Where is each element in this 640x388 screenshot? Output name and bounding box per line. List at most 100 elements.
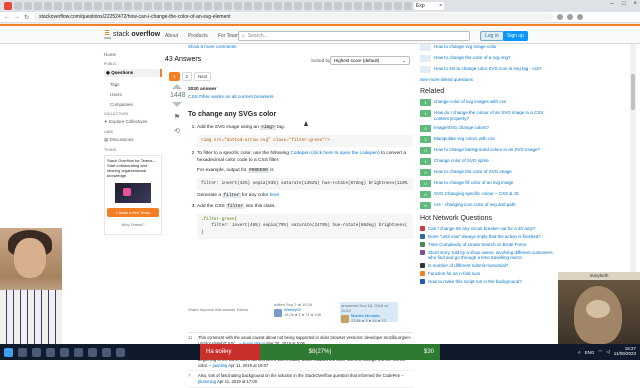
extension-icon[interactable] (567, 14, 574, 20)
related-question[interactable]: 1 How do I change the colour of an SVG im… (420, 110, 555, 121)
browser-tab[interactable] (354, 2, 362, 10)
browser-tab[interactable] (94, 2, 102, 10)
downvote-icon[interactable] (172, 102, 182, 107)
extension-icon[interactable] (557, 14, 564, 20)
search-input[interactable]: ⌕ Search… (238, 31, 470, 41)
volume-icon[interactable]: ◁ (606, 349, 609, 355)
sort-select[interactable]: Highest score (default) ⌄ (330, 56, 410, 65)
nav-explore-collectives[interactable]: ✦ Explore Collectives (104, 119, 162, 125)
related-question[interactable]: 1 Change color of SVG sprite (420, 158, 555, 166)
browser-tab[interactable] (124, 2, 132, 10)
post-menu[interactable]: Share Improve this answer Follow (188, 307, 248, 312)
browser-tab[interactable] (104, 2, 112, 10)
clock[interactable]: 18:27 11/09/2023 (614, 346, 636, 357)
hot-question[interactable]: Can I change 50 any circuit breaker out … (420, 226, 555, 232)
codepen-open-link[interactable]: (click here to open the codepen) (311, 151, 380, 156)
hot-question[interactable]: How to make this script run in the backg… (420, 278, 555, 284)
tab-favicon[interactable] (4, 2, 12, 10)
nav-discussions[interactable]: ▤ Discussions (104, 137, 162, 143)
create-free-team-button[interactable]: Create a free Team (107, 208, 159, 217)
stackoverflow-logo[interactable]: stack overflow (104, 30, 160, 39)
nav-questions[interactable]: ◉ Questions (104, 69, 162, 77)
signup-button[interactable]: Sign up (503, 31, 528, 41)
browser-tab[interactable] (364, 2, 372, 10)
browser-tab[interactable] (304, 2, 312, 10)
related-question[interactable]: 0 How to change fill color of an svg imag… (420, 180, 555, 188)
taskbar-app-icon[interactable] (32, 347, 41, 357)
language-indicator[interactable]: ENG (585, 350, 595, 355)
nav-about[interactable]: About (165, 33, 178, 39)
browser-tab[interactable] (154, 2, 162, 10)
hot-question[interactable]: Is number of different submit monomial? (420, 263, 555, 269)
author-avatar[interactable] (341, 315, 349, 323)
generate-here-link[interactable]: here (270, 193, 280, 198)
browser-tab[interactable] (344, 2, 352, 10)
why-teams-link[interactable]: Why Teams? (107, 222, 159, 227)
profile-icon[interactable] (577, 14, 584, 20)
browser-tab[interactable] (34, 2, 42, 10)
page-2[interactable]: 2 (181, 72, 193, 81)
taskbar-app-icon[interactable] (18, 347, 27, 357)
minimize-icon[interactable]: – (611, 1, 614, 7)
linked-question[interactable]: How to change the color of a svg img? (420, 55, 555, 62)
page-next[interactable]: Next (194, 72, 212, 81)
css-filter-link[interactable]: CSS Filter works on all current browsers (188, 95, 274, 100)
hot-question[interactable]: Does "until now" always imply that the a… (420, 234, 555, 240)
taskbar-app-icon[interactable] (60, 347, 69, 357)
browser-tab[interactable] (284, 2, 292, 10)
browser-tab[interactable] (264, 2, 272, 10)
browser-tab[interactable] (324, 2, 332, 10)
forward-icon[interactable]: → (14, 14, 20, 20)
nav-users[interactable]: Users (104, 92, 162, 97)
related-question[interactable]: 0 How to change the color of SVG image (420, 169, 555, 177)
browser-tab[interactable] (204, 2, 212, 10)
maximize-icon[interactable]: □ (622, 1, 626, 7)
related-question[interactable]: 0 css - changing icon color of svg and pa… (420, 202, 555, 210)
page-1[interactable]: 1 (169, 72, 180, 81)
browser-tab[interactable] (44, 2, 52, 10)
wifi-icon[interactable]: ◠ (598, 349, 602, 355)
comment-user[interactable]: jaunting (213, 363, 228, 368)
start-icon[interactable] (4, 347, 13, 357)
linked-question[interactable]: How to set to change color SVG icon in i… (420, 66, 555, 73)
browser-tab[interactable] (144, 2, 152, 10)
browser-tab[interactable] (184, 2, 192, 10)
browser-tab[interactable] (404, 2, 412, 10)
linked-question[interactable]: How to change svg image color (420, 44, 555, 51)
browser-tab[interactable] (164, 2, 172, 10)
back-icon[interactable]: ← (4, 14, 10, 20)
browser-tab[interactable] (254, 2, 262, 10)
nav-tags[interactable]: Tags (104, 82, 162, 87)
browser-tab[interactable] (394, 2, 402, 10)
comment-user[interactable]: plumming (198, 379, 216, 384)
tab-close-icon[interactable]: × (439, 3, 442, 9)
nav-home[interactable]: Home (104, 52, 162, 57)
browser-tab[interactable] (244, 2, 252, 10)
nav-companies[interactable]: Companies (104, 102, 162, 107)
related-question[interactable]: 0 SVG Changing specific colour – CSS & JS (420, 191, 555, 199)
browser-tab[interactable] (314, 2, 322, 10)
browser-tab[interactable] (384, 2, 392, 10)
browser-tab[interactable] (64, 2, 72, 10)
browser-tab[interactable] (54, 2, 62, 10)
browser-tab[interactable] (224, 2, 232, 10)
editor-avatar[interactable] (274, 309, 282, 317)
browser-tab[interactable] (194, 2, 202, 10)
related-question[interactable]: 0 How to change background colour in an S… (420, 147, 555, 155)
browser-tab[interactable] (294, 2, 302, 10)
browser-tab[interactable] (14, 2, 22, 10)
login-button[interactable]: Log in (480, 31, 504, 41)
taskbar-app-icon[interactable] (116, 347, 125, 357)
related-question[interactable]: 3 Manipulate svg colors with css (420, 136, 555, 144)
hot-question[interactable]: Short story, told by a shop owner, invol… (420, 249, 555, 261)
related-question[interactable]: 0 Image/SVG change colors? (420, 125, 555, 133)
active-browser-tab[interactable]: Exp × (414, 2, 444, 10)
browser-tab[interactable] (214, 2, 222, 10)
browser-tab[interactable] (334, 2, 342, 10)
tray-up-icon[interactable]: ˄ (578, 350, 581, 355)
browser-tab[interactable] (374, 2, 382, 10)
browser-tab[interactable] (74, 2, 82, 10)
taskbar-app-icon[interactable] (46, 347, 55, 357)
browser-tab[interactable] (24, 2, 32, 10)
taskbar-app-icon[interactable] (88, 347, 97, 357)
